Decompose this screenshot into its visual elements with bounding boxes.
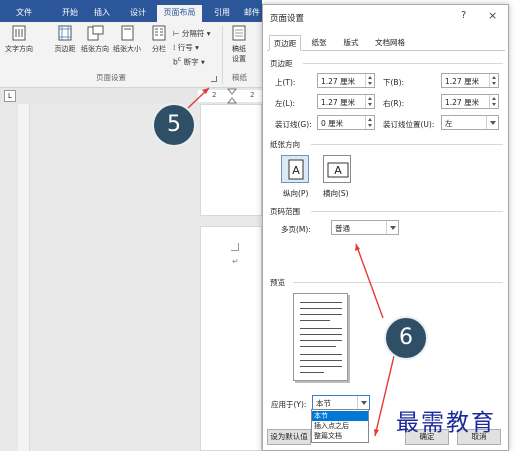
indent-marker-icon[interactable] bbox=[227, 88, 237, 104]
gutter-position-label: 装订线位置(U): bbox=[383, 120, 435, 129]
help-icon[interactable]: ? bbox=[461, 10, 466, 21]
columns-button[interactable]: 分栏 bbox=[146, 24, 172, 54]
landscape-option[interactable]: A bbox=[323, 155, 351, 183]
tab-page-layout[interactable]: 页面布局 bbox=[157, 5, 202, 22]
tab-document-grid[interactable]: 文档网格 bbox=[369, 35, 411, 51]
watermark-logo: 最需教育 bbox=[396, 410, 496, 436]
columns-icon bbox=[152, 25, 166, 41]
size-button[interactable]: 纸张大小 bbox=[112, 24, 142, 54]
step-badge: 5 bbox=[152, 103, 196, 147]
tab-file[interactable]: 文件 bbox=[0, 5, 48, 22]
margin-corner-mark bbox=[231, 243, 239, 251]
divider bbox=[311, 144, 503, 145]
draft-paper-icon bbox=[232, 25, 246, 41]
apply-to-select[interactable]: 本节 bbox=[312, 395, 370, 410]
top-margin-label: 上(T): bbox=[275, 78, 296, 87]
vertical-ruler[interactable] bbox=[18, 104, 30, 451]
tab-selector[interactable]: L bbox=[4, 90, 16, 102]
bottom-margin-field[interactable]: 1.27 厘米 bbox=[441, 73, 499, 88]
text-direction-icon bbox=[12, 25, 26, 41]
tab-insert[interactable]: 插入 bbox=[88, 5, 116, 22]
tab-mailings[interactable]: 邮件 bbox=[240, 5, 264, 22]
chevron-down-icon[interactable] bbox=[357, 396, 369, 409]
gutter-label: 装订线(G): bbox=[275, 120, 312, 129]
spin-arrows[interactable] bbox=[365, 116, 374, 129]
step-badge: 6 bbox=[384, 316, 428, 360]
apply-to-dropdown-list[interactable]: 本节 插入点之后 整篇文档 bbox=[311, 409, 369, 443]
dialog-tab-row: 页边距 纸张 版式 文档网格 bbox=[267, 35, 505, 51]
spin-arrows[interactable] bbox=[489, 95, 498, 108]
page-setup-dialog: 页面设置 ? × 页边距 纸张 版式 文档网格 页边距 上(T): 1.27 厘… bbox=[262, 4, 509, 451]
ribbon-tab-bar: 文件 开始 插入 设计 页面布局 引用 邮件 bbox=[0, 0, 262, 22]
top-margin-field[interactable]: 1.27 厘米 bbox=[317, 73, 375, 88]
portrait-option[interactable]: A bbox=[281, 155, 309, 183]
tab-design[interactable]: 设计 bbox=[124, 5, 152, 22]
close-icon[interactable]: × bbox=[488, 9, 497, 22]
right-margin-field[interactable]: 1.27 厘米 bbox=[441, 94, 499, 109]
dialog-title: 页面设置 bbox=[270, 14, 305, 24]
text-direction-button[interactable]: 文字方向 bbox=[3, 24, 35, 54]
group-label-draft: 稿纸 bbox=[232, 73, 247, 82]
landscape-icon: A bbox=[327, 162, 349, 178]
spin-arrows[interactable] bbox=[365, 74, 374, 87]
dropdown-option[interactable]: 整篇文档 bbox=[312, 431, 368, 441]
svg-text:A: A bbox=[292, 164, 300, 177]
document-page[interactable]: ↵ bbox=[200, 226, 262, 451]
breaks-button[interactable]: ⊢ 分隔符 ▾ bbox=[173, 28, 211, 39]
margins-icon bbox=[58, 25, 72, 41]
divider bbox=[293, 282, 503, 283]
divider bbox=[303, 63, 503, 64]
orientation-button[interactable]: 纸张方向 bbox=[80, 24, 110, 54]
divider bbox=[311, 211, 503, 212]
horizontal-ruler-area: L 2 2 bbox=[0, 88, 262, 104]
tab-home[interactable]: 开始 bbox=[56, 5, 84, 22]
orientation-section-title: 纸张方向 bbox=[270, 140, 300, 149]
dropdown-option[interactable]: 插入点之后 bbox=[312, 421, 368, 431]
left-margin-label: 左(L): bbox=[275, 99, 296, 108]
gutter-field[interactable]: 0 厘米 bbox=[317, 115, 375, 130]
line-numbers-button[interactable]: ⁞ 行号 ▾ bbox=[173, 42, 199, 53]
preview-page bbox=[293, 293, 348, 381]
multiple-pages-select[interactable]: 普通 bbox=[331, 220, 399, 235]
gutter-position-select[interactable]: 左 bbox=[441, 115, 499, 130]
tab-references[interactable]: 引用 bbox=[208, 5, 236, 22]
chevron-down-icon[interactable] bbox=[486, 116, 498, 129]
portrait-label[interactable]: 纵向(P) bbox=[283, 188, 308, 199]
page-setup-dialog-launcher[interactable] bbox=[211, 76, 217, 82]
ribbon-body: 文字方向 页边距 纸张方向 纸张大小 分栏 ⊢ 分隔符 ▾ ⁞ 行号 ▾ bc … bbox=[0, 22, 262, 88]
ruler-number: 2 bbox=[250, 91, 255, 99]
margins-section-title: 页边距 bbox=[270, 59, 293, 68]
hyphenation-button[interactable]: bc 断字 ▾ bbox=[173, 56, 205, 68]
bottom-margin-label: 下(B): bbox=[383, 78, 405, 87]
preview-section-title: 预览 bbox=[270, 278, 285, 287]
multiple-pages-label: 多页(M): bbox=[281, 225, 311, 234]
portrait-icon: A bbox=[288, 159, 304, 180]
set-default-button[interactable]: 设为默认值 bbox=[267, 429, 311, 445]
draft-paper-button[interactable]: 稿纸 设置 bbox=[228, 24, 250, 64]
ruler-number: 2 bbox=[212, 91, 217, 99]
pages-section-title: 页码范围 bbox=[270, 207, 300, 216]
group-label-page-setup: 页面设置 bbox=[96, 73, 126, 82]
document-page[interactable] bbox=[200, 104, 262, 216]
orientation-icon bbox=[87, 25, 104, 41]
spin-arrows[interactable] bbox=[365, 95, 374, 108]
margins-button[interactable]: 页边距 bbox=[52, 24, 78, 54]
tab-layout[interactable]: 版式 bbox=[337, 35, 365, 51]
paper-size-icon bbox=[121, 25, 134, 41]
apply-to-label: 应用于(Y): bbox=[271, 400, 307, 409]
svg-text:A: A bbox=[334, 164, 342, 177]
landscape-label[interactable]: 横向(S) bbox=[323, 188, 349, 199]
left-margin-field[interactable]: 1.27 厘米 bbox=[317, 94, 375, 109]
spin-arrows[interactable] bbox=[489, 74, 498, 87]
tab-margins[interactable]: 页边距 bbox=[269, 35, 301, 51]
paragraph-mark: ↵ bbox=[232, 257, 239, 266]
group-separator bbox=[222, 26, 223, 84]
chevron-down-icon[interactable] bbox=[386, 221, 398, 234]
right-margin-label: 右(R): bbox=[383, 99, 405, 108]
tab-paper[interactable]: 纸张 bbox=[305, 35, 333, 51]
dropdown-option[interactable]: 本节 bbox=[312, 411, 368, 421]
